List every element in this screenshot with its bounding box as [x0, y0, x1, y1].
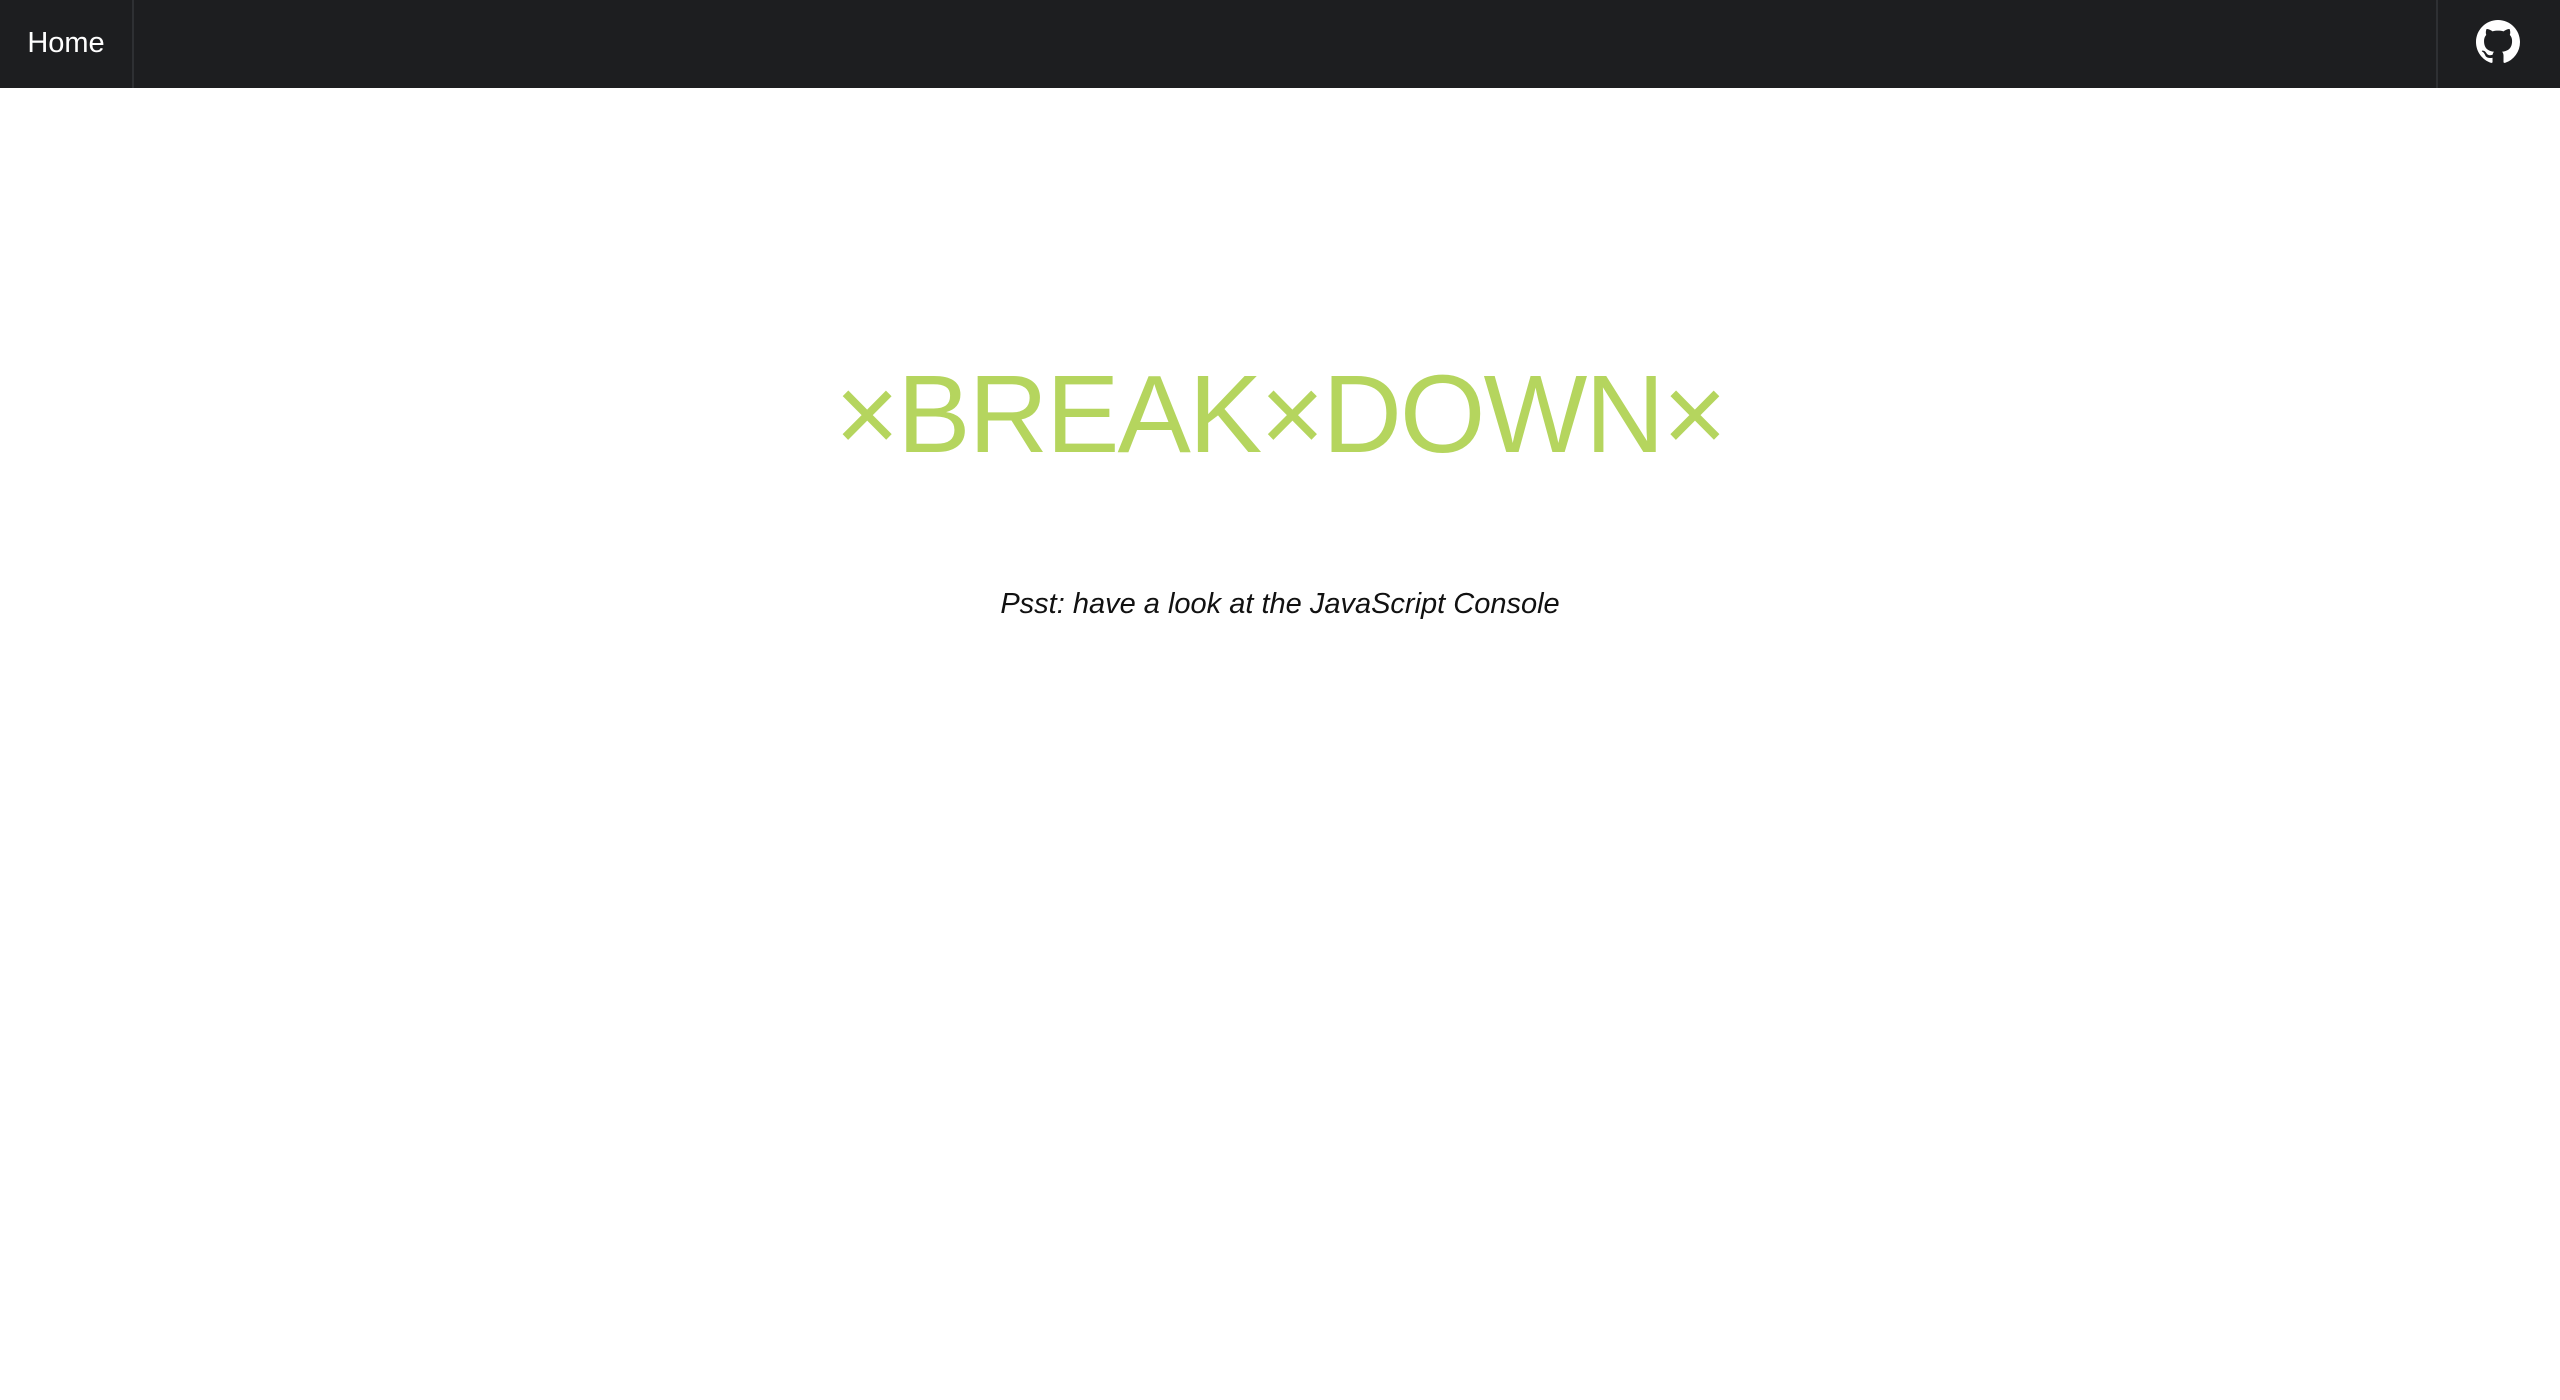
title-word-down: DOWN: [1322, 353, 1664, 476]
page-title: ×BREAK×DOWN×: [0, 352, 2560, 478]
top-navbar: Home: [0, 0, 2560, 88]
nav-home-link[interactable]: Home: [0, 0, 134, 88]
github-link[interactable]: [2436, 0, 2560, 88]
title-word-break: BREAK: [897, 353, 1262, 476]
title-separator: ×: [1662, 353, 1727, 476]
title-separator: ×: [835, 353, 899, 476]
console-hint: Psst: have a look at the JavaScript Cons…: [1000, 588, 1560, 620]
github-icon: [2476, 20, 2520, 63]
title-separator: ×: [1260, 353, 1324, 476]
